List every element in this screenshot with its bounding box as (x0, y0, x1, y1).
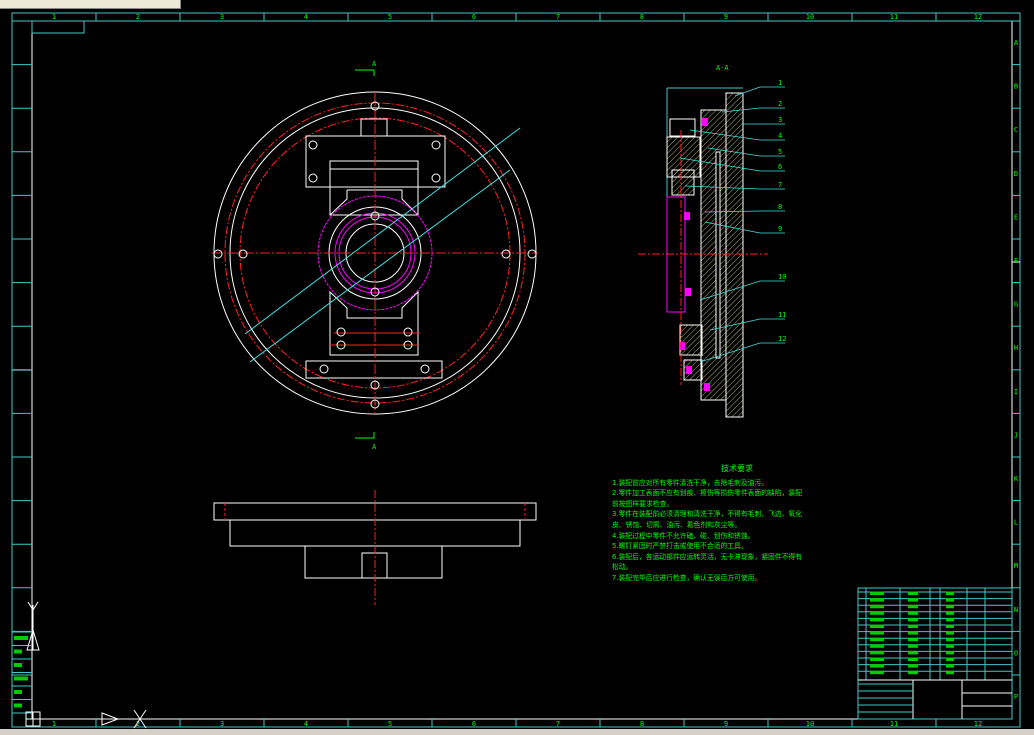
column-number: 11 (890, 720, 898, 728)
column-number: 9 (724, 720, 728, 728)
part-number: 10 (778, 273, 786, 281)
column-number: 6 (472, 13, 476, 21)
row-letter: N (1014, 606, 1018, 614)
row-letter: M (1014, 562, 1018, 570)
cad-drawing-canvas[interactable]: 112233445566778899101011111212 ABCDEFGHI… (0, 0, 1034, 735)
column-number: 4 (304, 720, 308, 728)
section-label: A-A (716, 64, 729, 72)
row-letter: G (1014, 301, 1018, 309)
row-letter: J (1014, 431, 1018, 439)
tech-requirement-item: 7.装配完毕后应进行检查，确认无误后方可使用。 (612, 573, 762, 582)
row-letter: A (1014, 39, 1019, 47)
part-number: 12 (778, 335, 786, 343)
column-number: 8 (640, 720, 644, 728)
part-number: 7 (778, 181, 782, 189)
row-letter: E (1014, 213, 1018, 221)
tech-title: 技术要求 (721, 464, 753, 473)
part-number: 2 (778, 100, 782, 108)
front-view (213, 490, 537, 605)
tech-requirement-item: 5.螺钉紧固时严禁打击或使用不合适的工具。 (612, 542, 748, 551)
column-markers: 112233445566778899101011111212 (11, 13, 982, 728)
part-number: 8 (778, 203, 782, 211)
drawing-frame (11, 12, 1021, 728)
part-number: 4 (778, 132, 782, 140)
cut-label-bottom: A (372, 443, 377, 451)
title-block (857, 587, 1013, 720)
column-number: 1 (52, 720, 56, 728)
tech-requirement-item: 2.零件加工表面不应有划痕、擦伤等损伤零件表面的缺陷，装配前按图样要求检查。 (612, 489, 802, 508)
row-letter: F (1014, 257, 1018, 265)
part-number: 1 (778, 79, 782, 87)
row-letter: B (1014, 83, 1018, 91)
column-number: 7 (556, 13, 560, 21)
column-number: 10 (806, 720, 814, 728)
column-number: 1 (52, 13, 56, 21)
row-letter: D (1014, 170, 1018, 178)
part-number: 3 (778, 116, 782, 124)
column-number: 5 (388, 13, 392, 21)
column-number: 4 (304, 13, 308, 21)
column-number: 5 (388, 720, 392, 728)
plan-view (212, 69, 538, 439)
row-letter: I (1014, 388, 1018, 396)
column-number: 12 (974, 720, 982, 728)
section-view (638, 87, 768, 418)
part-number: 5 (778, 148, 782, 156)
column-number: 3 (220, 720, 224, 728)
part-number: 11 (778, 311, 786, 319)
row-letter: O (1014, 649, 1018, 657)
column-number: 6 (472, 720, 476, 728)
column-number: 11 (890, 13, 898, 21)
column-number: 10 (806, 13, 814, 21)
tech-requirement-item: 1.装配前应对所有零件清洗干净，去除毛刺及油污。 (612, 478, 769, 487)
row-letter: C (1014, 126, 1018, 134)
technical-requirements: 技术要求 1.装配前应对所有零件清洗干净，去除毛刺及油污。 2.零件加工表面不应有… (612, 464, 802, 584)
row-letter: P (1014, 693, 1018, 701)
command-line-strip[interactable] (0, 729, 1034, 735)
ucs-icon (25, 601, 147, 729)
cut-label-top: A (372, 60, 377, 68)
column-number: 3 (220, 13, 224, 21)
part-number: 6 (778, 163, 782, 171)
row-letter: K (1014, 475, 1019, 483)
tech-requirement-item: 6.装配后，各运动部件应运转灵活，无卡滞现象，紧固件不得有松动。 (612, 552, 802, 572)
column-number: 9 (724, 13, 728, 21)
tech-requirement-item: 4.装配过程中零件不允许磕、碰、划伤和锈蚀。 (612, 531, 755, 540)
column-number: 7 (556, 720, 560, 728)
column-number: 12 (974, 13, 982, 21)
tech-requirement-item: 3.零件在装配前必须清理和清洗干净，不得有毛刺、飞边、氧化皮、锈蚀、切屑、油污、… (612, 510, 802, 529)
column-number: 2 (136, 13, 140, 21)
row-letter: L (1014, 519, 1018, 527)
column-number: 8 (640, 13, 644, 21)
row-letter: H (1014, 344, 1018, 352)
part-number: 9 (778, 225, 782, 233)
